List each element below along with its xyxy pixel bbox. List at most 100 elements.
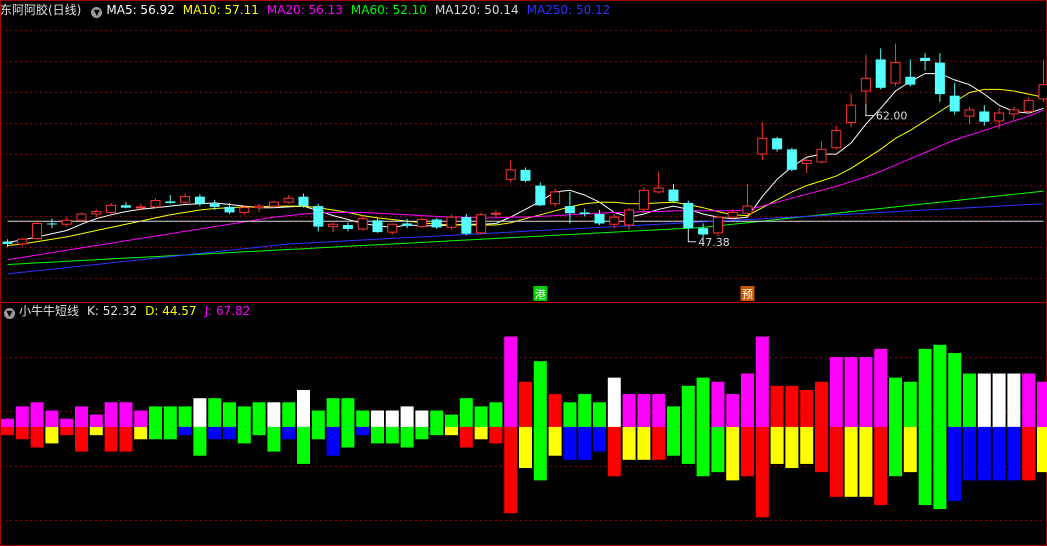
indicator-bar	[652, 426, 666, 460]
candle-body	[683, 202, 694, 229]
indicator-bar	[815, 426, 828, 473]
candle-body	[505, 169, 516, 180]
indicator-bar	[89, 414, 103, 427]
indicator-bar	[15, 406, 29, 427]
indicator-bar	[963, 426, 976, 481]
candle-body	[342, 225, 353, 229]
candle-body	[579, 212, 590, 214]
indicator-dropdown-icon[interactable]: ▼	[4, 308, 15, 319]
indicator-bar	[667, 406, 680, 427]
candle-body	[757, 137, 768, 155]
indicator-bar	[504, 426, 518, 514]
indicator-bar	[208, 398, 222, 427]
indicator-bar	[163, 406, 177, 427]
indicator-bar	[815, 381, 828, 427]
indicator-bar	[593, 426, 606, 452]
indicator-bar	[948, 426, 962, 501]
candle-body	[964, 109, 975, 117]
indicator-bar	[282, 402, 296, 427]
candle-body	[1023, 99, 1034, 112]
candle-body	[816, 148, 827, 163]
indicator-bar	[356, 410, 370, 427]
indicator-bar	[30, 426, 44, 448]
indicator-bar	[681, 426, 695, 464]
indicator-bar	[1, 418, 14, 427]
candle-body	[846, 104, 857, 124]
indicator-bar	[1, 426, 14, 436]
indicator-bar	[889, 426, 902, 477]
indicator-bar	[445, 426, 458, 436]
indicator-bar	[267, 402, 281, 427]
indicator-bar	[918, 348, 932, 427]
candle-body	[461, 217, 472, 234]
indicator-bar	[252, 402, 266, 427]
ma60-label: MA60: 52.10	[350, 3, 427, 17]
indicator-bar	[178, 426, 192, 436]
indicator-bar	[992, 373, 1006, 427]
candle-body	[476, 214, 487, 234]
indicator-bar	[326, 426, 340, 456]
candle-body	[402, 223, 413, 226]
candle-body	[890, 62, 901, 84]
settings-dropdown-icon[interactable]: ▼	[91, 7, 103, 18]
main-chart-header: 东阿阿胶(日线) ▼ MA5: 56.92 MA10: 57.11 MA20: 56.1…	[0, 1, 618, 19]
indicator-bar	[15, 426, 29, 440]
indicator-bar	[844, 357, 858, 427]
indicator-bar	[800, 389, 814, 427]
candle-body	[76, 213, 87, 221]
indicator-bar	[89, 426, 103, 436]
indicator-bar	[1022, 373, 1036, 427]
candle-body	[268, 201, 279, 207]
indicator-bar	[548, 426, 562, 456]
indicator-bar	[430, 426, 444, 436]
indicator-bar	[223, 402, 236, 427]
indicator-bar	[445, 414, 458, 427]
indicator-bar	[548, 394, 562, 427]
d-label: D: 44.57	[145, 304, 197, 318]
indicator-bar	[104, 402, 118, 427]
candle-body	[520, 169, 531, 181]
indicator-bar	[341, 426, 355, 448]
indicator-bar	[193, 398, 207, 427]
candle-body	[624, 209, 635, 226]
stock-title[interactable]: 东阿阿胶(日线)	[0, 3, 81, 17]
indicator-bar	[504, 336, 518, 427]
indicator-title[interactable]: 小牛牛短线	[19, 304, 79, 318]
candle-body	[594, 213, 605, 224]
candle-body	[786, 149, 797, 170]
indicator-bar	[149, 406, 162, 427]
indicator-header: ▼ 小牛牛短线 K: 52.32 D: 44.57 J: 67.82	[2, 302, 258, 320]
candle-body	[801, 159, 812, 165]
candle-body	[979, 111, 990, 122]
indicator-bar	[593, 402, 606, 427]
j-label: J: 67.82	[204, 304, 251, 318]
indicator-bar	[844, 426, 858, 497]
indicator-bar	[178, 406, 192, 427]
indicator-bar	[681, 385, 695, 427]
candle-body	[564, 206, 575, 214]
indicator-bar	[282, 426, 296, 440]
indicator-bar	[45, 410, 59, 427]
ma120-label: MA120: 50.14	[434, 3, 519, 17]
indicator-bar	[607, 426, 621, 477]
indicator-bar	[903, 381, 917, 427]
indicator-bar	[149, 426, 162, 440]
indicator-bar	[60, 426, 74, 436]
indicator-bar	[311, 410, 325, 427]
indicator-bar	[992, 426, 1006, 481]
indicator-bar	[1007, 373, 1021, 427]
candle-body	[875, 59, 886, 88]
indicator-bar	[785, 426, 799, 469]
event-marker-label: 预	[742, 288, 753, 301]
candle-body	[949, 95, 960, 112]
indicator-bar	[356, 426, 370, 436]
candle-body	[150, 200, 161, 208]
indicator-bar	[933, 344, 947, 427]
event-marker-label: 港	[535, 288, 546, 301]
indicator-bar	[341, 398, 355, 427]
candle-body	[994, 112, 1005, 122]
indicator-bar	[578, 426, 592, 460]
ma-line-ma60	[7, 190, 1044, 265]
indicator-bar	[223, 426, 236, 440]
ma10-label: MA10: 57.11	[182, 3, 259, 17]
